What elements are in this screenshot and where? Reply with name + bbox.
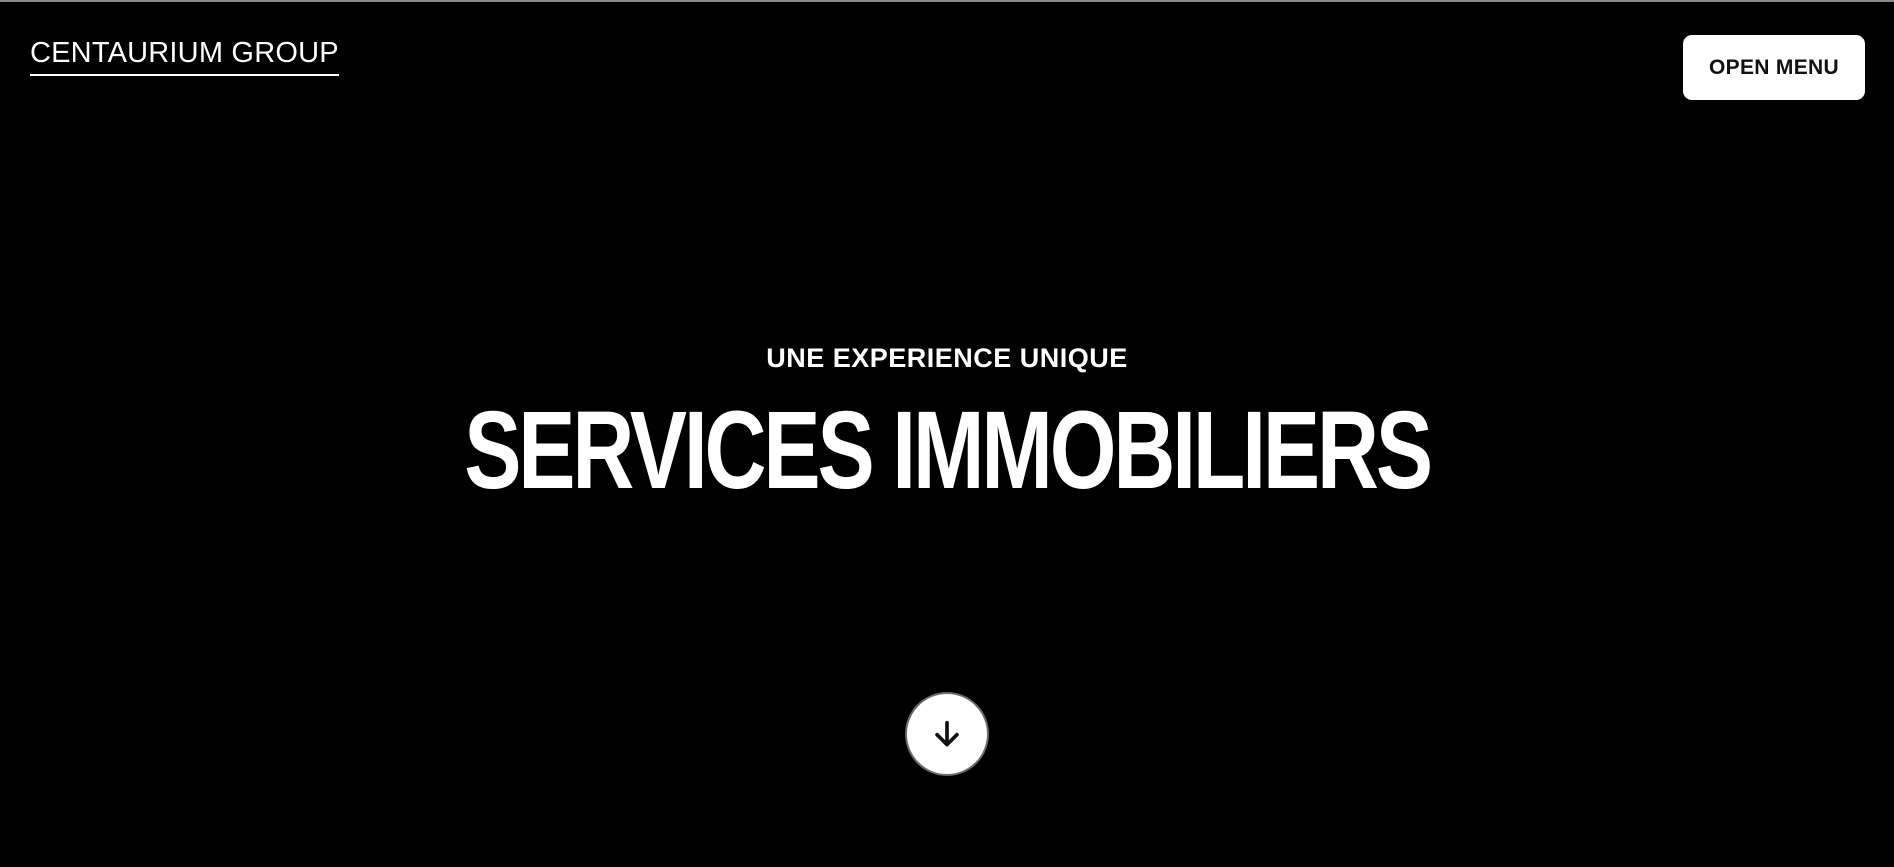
logo-link[interactable]: CENTAURIUM GROUP bbox=[30, 37, 339, 76]
hero-kicker: UNE EXPERIENCE UNIQUE bbox=[766, 343, 1128, 373]
arrow-down-icon bbox=[935, 720, 959, 747]
page: CENTAURIUM GROUP OPEN MENU UNE EXPERIENC… bbox=[0, 0, 1894, 867]
scroll-down-button[interactable] bbox=[905, 692, 989, 776]
open-menu-button[interactable]: OPEN MENU bbox=[1683, 35, 1865, 100]
hero-section: UNE EXPERIENCE UNIQUE SERVICES IMMOBILIE… bbox=[0, 342, 1894, 506]
hero-headline: SERVICES IMMOBILIERS bbox=[464, 389, 1433, 513]
